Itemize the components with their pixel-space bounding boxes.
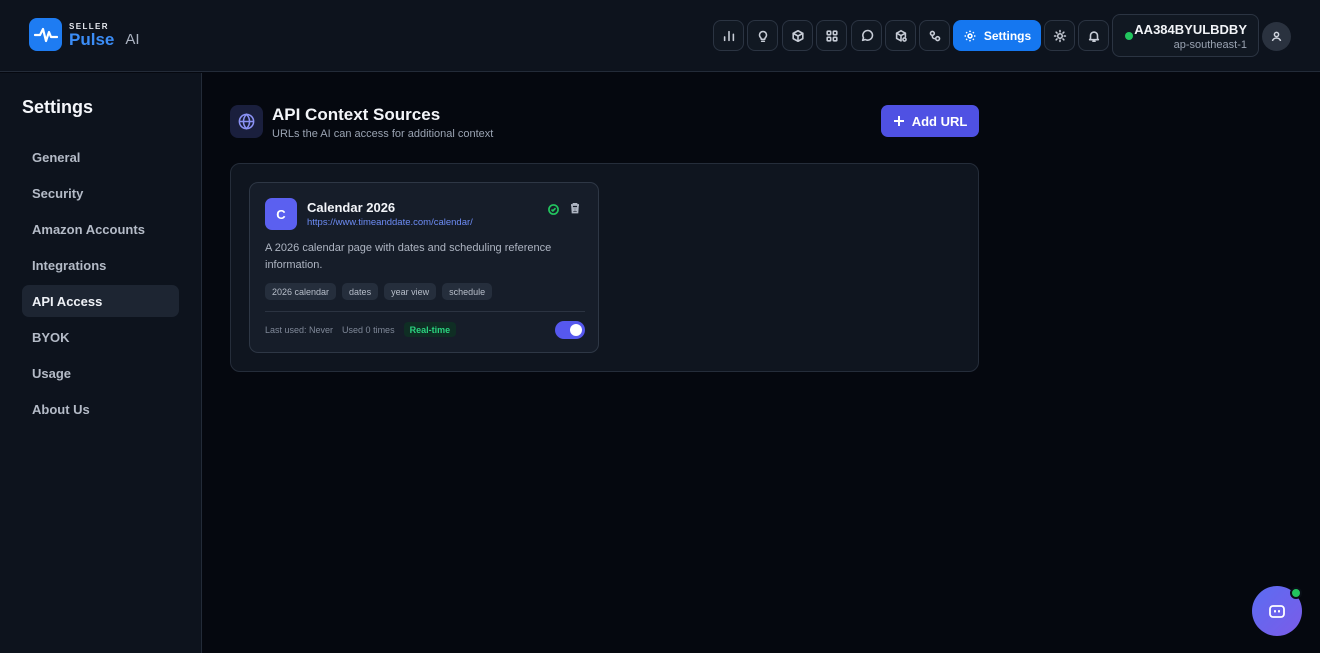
- chat-bubble-icon: [861, 29, 873, 41]
- bot-icon: [1269, 605, 1285, 618]
- sidebar-item-label: Integrations: [32, 257, 107, 273]
- sidebar-item-about-us[interactable]: About Us: [22, 393, 179, 425]
- settings-button[interactable]: Settings: [953, 20, 1041, 51]
- add-url-button-label: Add URL: [911, 113, 968, 129]
- inventory-search-button[interactable]: [885, 20, 916, 51]
- app-logo[interactable]: SELLER Pulse AI: [29, 18, 140, 51]
- toggle-knob: [570, 324, 582, 336]
- insights-button[interactable]: [747, 20, 778, 51]
- plus-icon: [893, 116, 904, 126]
- source-tags: 2026 calendar dates year view schedule: [265, 283, 493, 300]
- sun-icon: [1053, 29, 1066, 42]
- chat-button[interactable]: [851, 20, 882, 51]
- sidebar-item-integrations[interactable]: Integrations: [22, 249, 179, 281]
- tag-chip: schedule: [442, 283, 493, 300]
- account-id: AA384BYULBDBY: [1134, 22, 1247, 37]
- page-subtitle: URLs the AI can access for additional co…: [272, 128, 494, 140]
- sidebar-item-usage[interactable]: Usage: [22, 357, 179, 389]
- products-button[interactable]: [782, 20, 813, 51]
- account-region: ap-southeast-1: [1173, 39, 1247, 51]
- online-indicator: [1290, 587, 1302, 599]
- user-icon: [1271, 31, 1282, 42]
- package-search-icon: [895, 29, 907, 42]
- bar-chart-icon: [723, 30, 734, 41]
- workflow-icon: [929, 30, 940, 41]
- delete-trash-icon[interactable]: [569, 201, 581, 214]
- sidebar-item-label: Usage: [32, 365, 72, 381]
- account-status-dot: [1125, 32, 1133, 40]
- sidebar-item-byok[interactable]: BYOK: [22, 321, 179, 353]
- user-avatar[interactable]: [1262, 22, 1291, 51]
- usage-count-text: Used 0 times: [342, 324, 395, 335]
- source-name: Calendar 2026: [307, 200, 396, 215]
- top-header: SELLER Pulse AI Settings AA384BYULBDBY a…: [0, 0, 1320, 72]
- sidebar-item-label: Amazon Accounts: [32, 221, 145, 237]
- pulse-logo-icon: [29, 18, 62, 51]
- bell-icon: [1088, 30, 1099, 42]
- sidebar-item-security[interactable]: Security: [22, 177, 179, 209]
- sidebar-item-label: About Us: [32, 401, 90, 417]
- sidebar-item-amazon-accounts[interactable]: Amazon Accounts: [22, 213, 179, 245]
- source-url-link[interactable]: https://www.timeanddate.com/calendar/: [307, 217, 473, 228]
- box-icon: [791, 29, 804, 42]
- page-title: API Context Sources: [272, 105, 441, 124]
- realtime-badge: Real-time: [403, 322, 457, 337]
- sidebar-item-label: Security: [32, 185, 84, 201]
- globe-icon: [230, 105, 263, 138]
- settings-button-label: Settings: [983, 28, 1032, 43]
- source-card: C Calendar 2026 https://www.timeanddate.…: [249, 182, 599, 353]
- source-meta: Last used: Never Used 0 times Real-time: [265, 322, 457, 337]
- add-url-button[interactable]: Add URL: [881, 105, 979, 137]
- last-used-text: Last used: Never: [265, 324, 334, 335]
- sidebar-item-general[interactable]: General: [22, 141, 179, 173]
- sidebar-item-label: API Access: [32, 293, 103, 309]
- sidebar-item-api-access[interactable]: API Access: [22, 285, 179, 317]
- source-description: A 2026 calendar page with dates and sche…: [265, 242, 552, 271]
- sidebar-item-label: BYOK: [32, 329, 70, 345]
- theme-toggle-button[interactable]: [1044, 20, 1075, 51]
- dashboard-button[interactable]: [816, 20, 847, 51]
- workflow-button[interactable]: [919, 20, 950, 51]
- logo-ai-suffix: AI: [125, 31, 140, 48]
- source-enabled-toggle[interactable]: [555, 321, 585, 339]
- notifications-button[interactable]: [1078, 20, 1109, 51]
- gear-icon: [964, 30, 976, 41]
- settings-nav: General Security Amazon Accounts Integra…: [22, 141, 179, 429]
- sidebar-item-label: General: [32, 149, 81, 165]
- grid-icon: [825, 29, 838, 42]
- card-divider: [265, 311, 585, 312]
- lightbulb-icon: [758, 30, 767, 42]
- sidebar-title: Settings: [22, 97, 94, 117]
- tag-chip: 2026 calendar: [265, 283, 337, 300]
- analytics-button[interactable]: [713, 20, 744, 51]
- tag-chip: dates: [342, 283, 379, 300]
- verified-check-icon[interactable]: [548, 202, 559, 215]
- tag-chip: year view: [384, 283, 437, 300]
- settings-sidebar: Settings General Security Amazon Account…: [0, 73, 202, 653]
- source-initial: C: [265, 198, 297, 230]
- logo-pulse-text: Pulse: [69, 29, 115, 49]
- account-switcher[interactable]: AA384BYULBDBY ap-southeast-1: [1112, 14, 1259, 57]
